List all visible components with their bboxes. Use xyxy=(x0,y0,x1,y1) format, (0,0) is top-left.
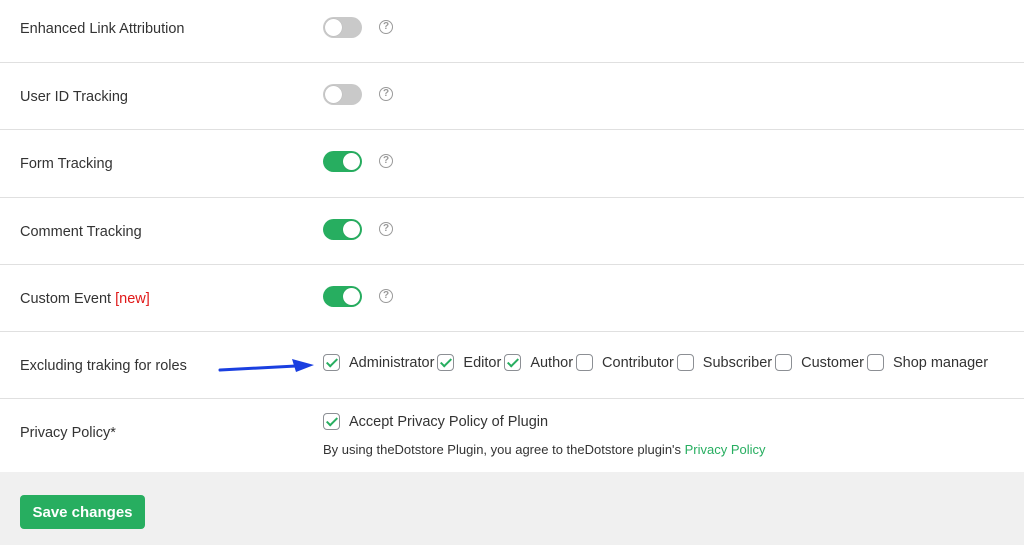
help-icon[interactable]: ? xyxy=(379,154,393,168)
form-tracking-toggle[interactable] xyxy=(323,151,362,172)
setting-label: User ID Tracking xyxy=(20,89,128,105)
setting-label: Excluding traking for roles xyxy=(20,358,187,374)
user-id-tracking-toggle[interactable] xyxy=(323,84,362,105)
privacy-accept-checkbox[interactable] xyxy=(323,413,340,430)
role-checkbox-administrator[interactable] xyxy=(323,354,340,371)
role-label: Editor xyxy=(463,354,502,371)
setting-label: Privacy Policy* xyxy=(20,425,116,441)
role-checkbox-editor[interactable] xyxy=(437,354,455,371)
role-label: Contributor xyxy=(602,354,674,371)
role-checkbox-author[interactable] xyxy=(504,354,522,371)
role-checkbox-shop-manager[interactable] xyxy=(866,354,884,371)
privacy-accept-label: Accept Privacy Policy of Plugin xyxy=(349,413,549,430)
help-icon[interactable]: ? xyxy=(379,289,393,303)
setting-row-enhanced-link-attribution: Enhanced Link Attribution ? xyxy=(0,0,1024,63)
save-changes-button[interactable]: Save changes xyxy=(20,495,145,529)
privacy-note-text: By using theDotstore Plugin, you agree t… xyxy=(323,442,685,457)
role-checkbox-customer[interactable] xyxy=(775,354,793,371)
setting-row-form-tracking: Form Tracking ? xyxy=(0,130,1024,198)
setting-label: Custom Event [new] xyxy=(20,291,150,307)
setting-row-comment-tracking: Comment Tracking ? xyxy=(0,198,1024,265)
arrow-annotation-icon xyxy=(218,359,314,372)
setting-label: Form Tracking xyxy=(20,156,113,172)
role-label: Author xyxy=(530,354,574,371)
comment-tracking-toggle[interactable] xyxy=(323,219,362,240)
setting-label: Enhanced Link Attribution xyxy=(20,21,185,37)
setting-label: Comment Tracking xyxy=(20,224,142,240)
setting-row-privacy-policy: Privacy Policy* xyxy=(0,399,1024,472)
role-label: Shop manager xyxy=(892,354,989,371)
setting-label-text: Custom Event xyxy=(20,291,112,307)
enhanced-link-attribution-toggle[interactable] xyxy=(323,17,362,38)
roles-checkbox-group: Administrator Editor Author Contributor … xyxy=(323,354,991,371)
help-icon[interactable]: ? xyxy=(379,222,393,236)
role-label: Subscriber xyxy=(702,354,773,371)
setting-row-custom-event: Custom Event [new] ? xyxy=(0,265,1024,332)
role-label: Customer xyxy=(801,354,864,371)
role-checkbox-contributor[interactable] xyxy=(576,354,594,371)
role-checkbox-subscriber[interactable] xyxy=(676,354,694,371)
role-label: Administrator xyxy=(349,354,435,371)
new-badge: [new] xyxy=(115,291,150,307)
help-icon[interactable]: ? xyxy=(379,87,393,101)
setting-row-user-id-tracking: User ID Tracking ? xyxy=(0,63,1024,130)
help-icon[interactable]: ? xyxy=(379,20,393,34)
footer-bar: Save changes xyxy=(0,472,1024,545)
privacy-note: By using theDotstore Plugin, you agree t… xyxy=(323,442,766,457)
privacy-policy-link[interactable]: Privacy Policy xyxy=(685,442,766,457)
custom-event-toggle[interactable] xyxy=(323,286,362,307)
privacy-accept: Accept Privacy Policy of Plugin xyxy=(323,413,548,430)
